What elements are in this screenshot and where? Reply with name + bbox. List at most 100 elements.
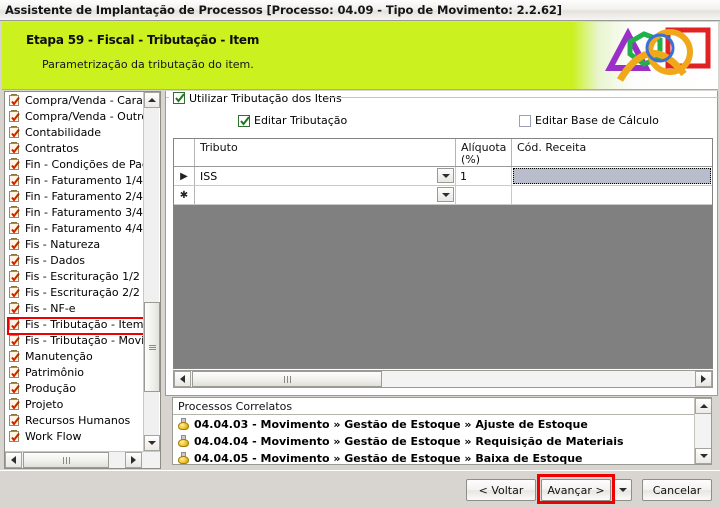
table-row[interactable]: ✱ xyxy=(174,186,712,205)
checkbox-row: Editar Tributação Editar Base de Cálculo xyxy=(166,114,719,130)
sidebar-item-10[interactable]: Fis - Dados xyxy=(5,252,145,268)
sidebar-item-16[interactable]: Manutenção xyxy=(5,348,145,364)
sidebar-item-label: Fis - Natureza xyxy=(25,237,101,251)
sidebar-item-2[interactable]: Contabilidade xyxy=(5,124,145,140)
sidebar-item-8[interactable]: Fin - Faturamento 4/4 xyxy=(5,220,145,236)
tributos-grid[interactable]: Tributo Alíquota (%) Cód. Receita ▶ ISS … xyxy=(173,138,713,369)
sidebar-item-7[interactable]: Fin - Faturamento 3/4 xyxy=(5,204,145,220)
processos-correlatos-panel: Processos Correlatos 04.04.03 - Moviment… xyxy=(172,397,712,465)
cancel-button[interactable]: Cancelar xyxy=(642,479,712,501)
grid-header-aliquota[interactable]: Alíquota (%) xyxy=(456,139,512,166)
steps-list[interactable]: Compra/Venda - Caracte Compra/Venda - Out… xyxy=(5,92,145,451)
sidebar-item-label: Fis - Escrituração 1/2 xyxy=(25,269,140,283)
sidebar-item-label: Fin - Faturamento 1/4 xyxy=(25,173,143,187)
grid-header-tributo[interactable]: Tributo xyxy=(195,139,456,166)
processos-correlatos-list[interactable]: 04.04.03 - Movimento » Gestão de Estoque… xyxy=(173,416,696,465)
sidebar-horizontal-scrollbar[interactable] xyxy=(5,451,160,468)
bell-icon xyxy=(177,417,190,432)
sidebar-item-3[interactable]: Contratos xyxy=(5,140,145,156)
sidebar-item-13[interactable]: Fis - NF-e xyxy=(5,300,145,316)
chevron-left-icon xyxy=(11,456,16,464)
sidebar-item-9[interactable]: Fis - Natureza xyxy=(5,236,145,252)
sidebar-item-19[interactable]: Projeto xyxy=(5,396,145,412)
scroll-up-button[interactable] xyxy=(695,398,711,414)
cell-aliquota[interactable]: 1 xyxy=(456,167,512,185)
scrollbar-thumb-horizontal[interactable] xyxy=(23,452,109,468)
scroll-down-button[interactable] xyxy=(144,435,160,451)
sidebar-item-label: Fis - NF-e xyxy=(25,301,76,315)
grid-header-corner[interactable] xyxy=(174,139,195,166)
grid-empty-area xyxy=(174,205,712,368)
sidebar-item-11[interactable]: Fis - Escrituração 1/2 xyxy=(5,268,145,284)
clipboard-check-icon xyxy=(8,397,21,411)
scroll-left-button[interactable] xyxy=(5,452,22,468)
sidebar-item-14[interactable]: Fis - Tributação - Item xyxy=(5,316,145,332)
sidebar-item-label: Fis - Dados xyxy=(25,253,85,267)
sidebar-item-18[interactable]: Produção xyxy=(5,380,145,396)
chevron-down-icon xyxy=(619,488,627,492)
sidebar-vertical-scrollbar[interactable] xyxy=(143,92,160,451)
bell-icon xyxy=(177,451,190,465)
sidebar-item-21[interactable]: Work Flow xyxy=(5,428,145,444)
tributo-dropdown-button[interactable] xyxy=(437,168,454,183)
sidebar-item-label: Fis - Escrituração 2/2 xyxy=(25,285,140,299)
list-item[interactable]: 04.04.03 - Movimento » Gestão de Estoque… xyxy=(173,416,696,433)
clipboard-check-icon xyxy=(8,317,21,331)
correlatos-vertical-scrollbar[interactable] xyxy=(694,398,711,464)
editar-tributacao-checkbox[interactable]: Editar Tributação xyxy=(238,114,347,127)
list-item[interactable]: 04.04.05 - Movimento » Gestão de Estoque… xyxy=(173,450,696,465)
sidebar-item-4[interactable]: Fin - Condições de Paga xyxy=(5,156,145,172)
scroll-up-button[interactable] xyxy=(144,92,160,108)
editar-base-calculo-checkbox[interactable]: Editar Base de Cálculo xyxy=(519,114,659,127)
company-logo xyxy=(572,22,718,89)
grid-scroll-left-button[interactable] xyxy=(174,371,191,387)
next-dropdown-button[interactable] xyxy=(614,479,632,501)
sidebar-item-label: Fin - Faturamento 2/4 xyxy=(25,189,143,203)
steps-sidebar[interactable]: Compra/Venda - Caracte Compra/Venda - Out… xyxy=(4,91,161,469)
grid-horizontal-scrollbar[interactable] xyxy=(173,370,713,388)
back-button[interactable]: < Voltar xyxy=(466,479,536,501)
cell-tributo[interactable]: ISS xyxy=(195,167,456,185)
bell-icon xyxy=(177,434,190,449)
step-title: Etapa 59 - Fiscal - Tributação - Item xyxy=(26,33,260,47)
list-item[interactable]: 04.04.04 - Movimento » Gestão de Estoque… xyxy=(173,433,696,450)
window-title: Assistente de Implantação de Processos [… xyxy=(5,3,562,17)
step-banner: Etapa 59 - Fiscal - Tributação - Item Pa… xyxy=(2,22,718,90)
checkbox-box[interactable] xyxy=(173,92,185,104)
scroll-down-button[interactable] xyxy=(695,448,711,464)
sidebar-item-0[interactable]: Compra/Venda - Caracte xyxy=(5,92,145,108)
cell-cod-receita[interactable] xyxy=(512,167,712,185)
sidebar-item-label: Fin - Faturamento 4/4 xyxy=(25,221,143,235)
chevron-up-icon xyxy=(699,404,708,408)
grid-scroll-right-button[interactable] xyxy=(695,371,712,387)
sidebar-item-15[interactable]: Fis - Tributação - Movim xyxy=(5,332,145,348)
sidebar-item-17[interactable]: Patrimônio xyxy=(5,364,145,380)
check-icon xyxy=(175,93,185,106)
selected-cell-focus[interactable] xyxy=(513,168,711,184)
grid-scrollbar-thumb[interactable] xyxy=(192,371,382,387)
sidebar-item-5[interactable]: Fin - Faturamento 1/4 xyxy=(5,172,145,188)
next-button-label: Avançar > xyxy=(547,483,605,497)
chevron-left-icon xyxy=(180,375,185,383)
processos-correlatos-header: Processos Correlatos xyxy=(173,398,711,415)
clipboard-check-icon xyxy=(8,269,21,283)
sidebar-item-1[interactable]: Compra/Venda - Outros xyxy=(5,108,145,124)
checkbox-box[interactable] xyxy=(519,114,531,127)
sidebar-item-6[interactable]: Fin - Faturamento 2/4 xyxy=(5,188,145,204)
utilizar-tributacao-checkbox[interactable]: Utilizar Tributação dos Itens xyxy=(170,91,345,105)
scroll-right-button[interactable] xyxy=(125,452,142,468)
cell-tributo[interactable] xyxy=(195,186,456,204)
sidebar-item-20[interactable]: Recursos Humanos xyxy=(5,412,145,428)
cell-aliquota[interactable] xyxy=(456,186,512,204)
checkbox-box[interactable] xyxy=(238,114,250,127)
window-titlebar: Assistente de Implantação de Processos [… xyxy=(0,0,720,21)
scrollbar-thumb[interactable] xyxy=(144,302,160,392)
grid-header-cod-receita[interactable]: Cód. Receita xyxy=(512,139,712,166)
list-item-label: 04.04.04 - Movimento » Gestão de Estoque… xyxy=(194,435,624,448)
next-button[interactable]: Avançar > xyxy=(541,479,611,501)
cell-cod-receita[interactable] xyxy=(512,186,712,204)
grip-icon xyxy=(62,456,71,464)
tributo-dropdown-button[interactable] xyxy=(437,187,454,202)
table-row[interactable]: ▶ ISS 1 xyxy=(174,167,712,186)
sidebar-item-12[interactable]: Fis - Escrituração 2/2 xyxy=(5,284,145,300)
